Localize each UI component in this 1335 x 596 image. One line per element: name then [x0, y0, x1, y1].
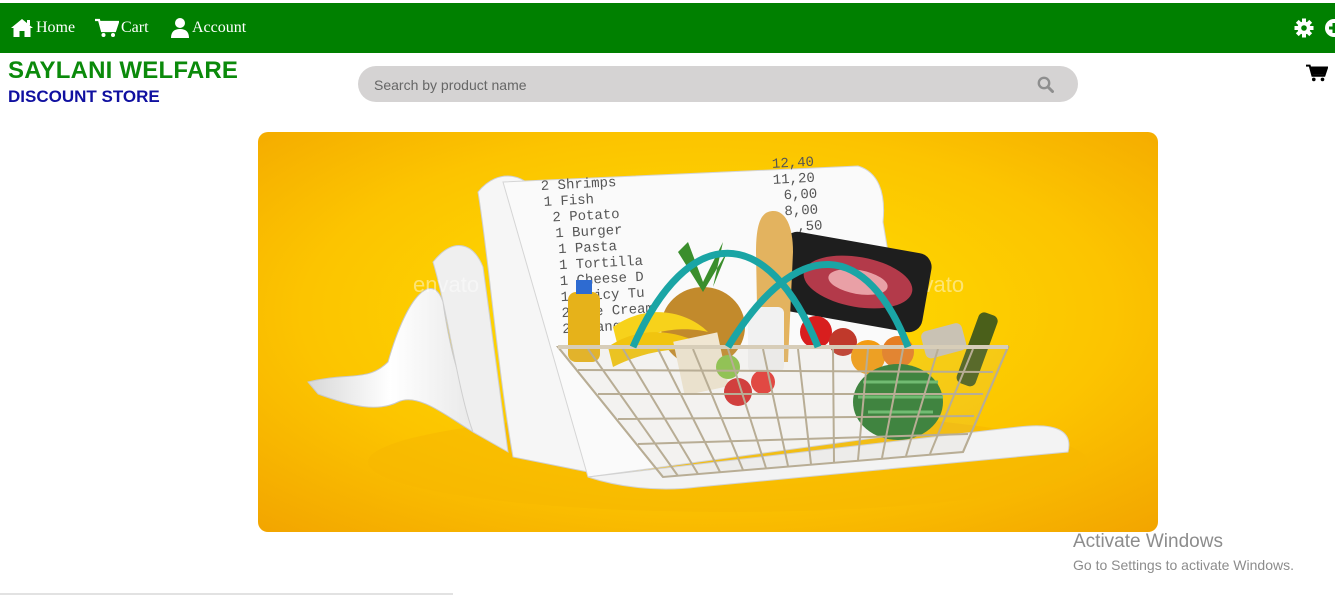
grocery-basket-image: 2 Shrimps 1 Fish 2 Potato 1 Burger 1 Pas… [258, 132, 1158, 532]
nav-cart-label: Cart [121, 19, 149, 36]
add-button[interactable] [1324, 3, 1335, 53]
search-icon[interactable] [1037, 76, 1054, 98]
divider [0, 593, 453, 595]
hero-banner: 2 Shrimps 1 Fish 2 Potato 1 Burger 1 Pas… [258, 132, 1158, 532]
settings-button[interactable] [1294, 3, 1316, 53]
nav-home-label: Home [36, 19, 76, 36]
search-input[interactable] [372, 66, 1016, 104]
brand-subtitle: DISCOUNT STORE [8, 87, 160, 106]
receipt-price: 6,00 [783, 187, 817, 205]
cart-button[interactable] [1306, 63, 1329, 88]
home-icon [10, 18, 36, 38]
gear-icon [1294, 18, 1316, 38]
activate-windows-title: Activate Windows [1073, 531, 1223, 552]
envato-watermark: envato [413, 272, 479, 297]
nav-account[interactable]: Account [170, 3, 246, 53]
nav-cart[interactable]: Cart [95, 3, 149, 53]
cart-icon [1306, 64, 1329, 87]
plus-circle-icon [1324, 18, 1335, 38]
cart-icon [95, 18, 121, 38]
brand-title: SAYLANI WELFARE [8, 57, 239, 84]
user-icon [170, 17, 192, 39]
receipt-price: 8,00 [784, 203, 818, 221]
nav-home[interactable]: Home [10, 3, 75, 53]
activate-windows-subtitle: Go to Settings to activate Windows. [1073, 557, 1294, 573]
nav-account-label: Account [192, 19, 247, 36]
top-navbar: Home Cart Account [0, 3, 1335, 53]
search-bar [358, 66, 1078, 104]
